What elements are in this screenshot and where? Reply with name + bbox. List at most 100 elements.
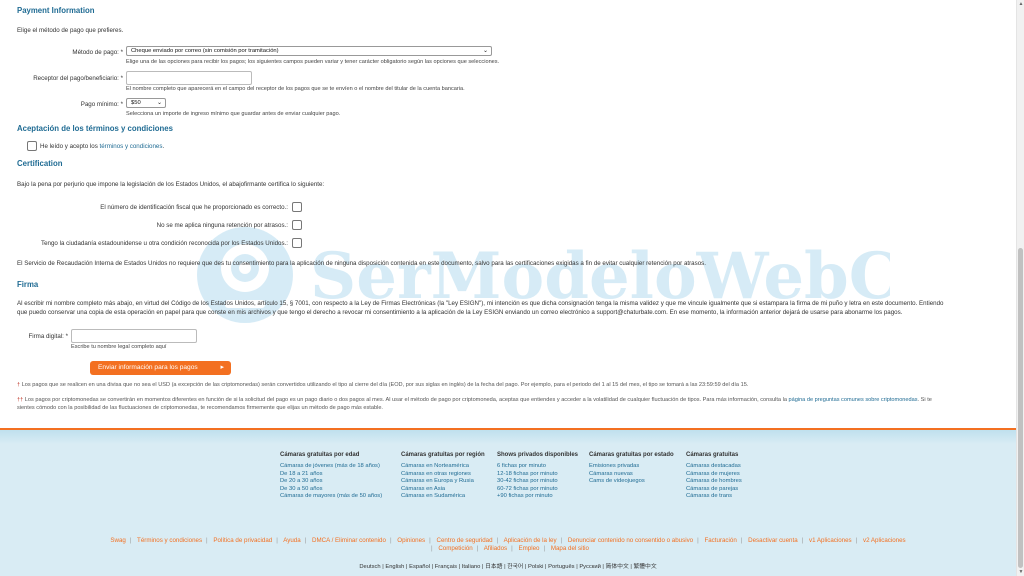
digital-signature-label: Firma digital: * (28, 333, 68, 340)
certification-checkbox-withholding[interactable] (292, 220, 302, 230)
footer-column-private-shows: Shows privados disponibles 6 fichas por … (497, 452, 578, 501)
footer-link[interactable]: 12-18 fichas por minuto (497, 471, 578, 479)
language-selector[interactable]: Deutsch | English | Español | Français |… (0, 561, 1016, 570)
footer-link-privacy[interactable]: Política de privacidad (213, 537, 272, 544)
vertical-scrollbar[interactable]: ▲ ▼ (1016, 0, 1024, 576)
certification-item-label: Tengo la ciudadanía estadounidense u otr… (41, 240, 288, 247)
footer-link[interactable]: Cámaras de mayores (más de 50 años) (280, 493, 382, 501)
footer-column-title: Cámaras gratuitas (686, 452, 739, 458)
payout-settings-page: SerModeloWebCam Payment Information Elig… (0, 0, 1016, 576)
certification-item-label: No se me aplica ninguna retención por at… (156, 222, 288, 229)
esign-text-line2: que puedo conservar una copia de esta op… (17, 309, 903, 316)
terms-link[interactable]: términos y condiciones (100, 143, 163, 150)
footer-column-title: Cámaras gratuitas por región (401, 452, 485, 458)
footer-link-affiliates[interactable]: Afiliados (484, 545, 507, 552)
footer-column-title: Shows privados disponibles (497, 452, 579, 458)
footer-link[interactable]: De 30 a 50 años (280, 486, 382, 494)
footer-link[interactable]: Cámaras de parejas (686, 486, 742, 494)
footer-link-sitemap[interactable]: Mapa del sitio (551, 545, 589, 552)
crypto-note-line2: sientes cómodo con la posibilidad de las… (17, 405, 383, 411)
scrollbar-thumb[interactable] (1018, 248, 1023, 568)
certification-item-label: El número de identificación fiscal que h… (100, 204, 288, 211)
footer-bottom-links-row2: | Competición | Afiliados | Empleo | Mapa d… (431, 545, 589, 552)
footer-link-help[interactable]: Ayuda (283, 537, 300, 544)
footer-link[interactable]: Cámaras en otras regiones (401, 471, 485, 479)
payment-method-label: Método de pago: * (72, 49, 123, 56)
footer-link[interactable]: 6 fichas por minuto (497, 463, 578, 471)
footer-link[interactable]: +90 fichas por minuto (497, 493, 578, 501)
scroll-down-arrow-icon[interactable]: ▼ (1018, 569, 1024, 575)
footer-link-terms[interactable]: Términos y condiciones (137, 537, 202, 544)
certification-section-title: Certification (17, 159, 63, 168)
footer-column-free: Cámaras gratuitas Cámaras destacadas Cám… (686, 452, 742, 501)
footer-link[interactable]: Cámaras en Europa y Rusia (401, 478, 485, 486)
dagger-mark: † (17, 382, 21, 388)
crypto-note-line1: †† Los pagos por criptomonedas se conver… (17, 397, 932, 403)
terms-checkbox[interactable] (27, 141, 37, 151)
digital-signature-input[interactable] (71, 329, 197, 343)
payee-label: Receptor del pago/beneficiario: * (33, 75, 123, 82)
footer-link-v2-apps[interactable]: v2 Aplicaciones (863, 537, 906, 544)
certification-checkbox-tin[interactable] (292, 202, 302, 212)
footer-link[interactable]: Cámaras en Asia (401, 486, 485, 494)
footer-link-swag[interactable]: Swag (110, 537, 125, 544)
payee-input[interactable] (126, 71, 252, 85)
footer-bottom-links-row1: Swag | Términos y condiciones | Política d… (110, 537, 906, 544)
footer-link-dmca[interactable]: DMCA / Eliminar contenido (312, 537, 386, 544)
signature-section-title: Firma (17, 280, 39, 289)
footer-link-deactivate[interactable]: Desactivar cuenta (748, 537, 798, 544)
payment-method-value: Cheque enviado por correo (sin comisión … (131, 48, 279, 54)
scroll-up-arrow-icon[interactable]: ▲ (1018, 1, 1024, 7)
footer-link-contest[interactable]: Competición (438, 545, 472, 552)
footer-link[interactable]: Emisiones privadas (589, 463, 674, 471)
footer-band (0, 430, 1016, 444)
submit-payout-label: Enviar información para los pagos (98, 364, 198, 371)
footer-link[interactable]: 30-42 fichas por minuto (497, 478, 578, 486)
footer-link[interactable]: Cámaras de trans (686, 493, 742, 501)
footer-link[interactable]: Cámaras en Sudamérica (401, 493, 485, 501)
payee-hint: El nombre completo que aparecerá en el c… (126, 86, 465, 92)
payment-method-hint: Elige una de las opciones para recibir l… (126, 59, 500, 65)
footer-link[interactable]: Cámaras de mujeres (686, 471, 742, 479)
certification-intro: Bajo la pena por perjurio que impone la … (17, 181, 325, 188)
footer-link[interactable]: Cámaras de jóvenes (más de 18 años) (280, 463, 382, 471)
terms-section-title: Aceptación de los términos y condiciones (17, 124, 173, 133)
payment-intro: Elige el método de pago que prefieres. (17, 27, 124, 34)
footer-column-region: Cámaras gratuitas por región Cámaras en … (401, 452, 485, 501)
footer-column-age: Cámaras gratuitas por edad Cámaras de jó… (280, 452, 382, 501)
currency-note: † Los pagos que se realicen en una divis… (17, 382, 748, 388)
minimum-payout-hint: Selecciona un importe de ingreso mínimo … (126, 111, 341, 117)
submit-payout-button[interactable]: Enviar información para los pagos ▸ (90, 361, 231, 375)
certification-checkbox-citizenship[interactable] (292, 238, 302, 248)
crypto-note-text: Los pagos por criptomonedas se convertir… (24, 397, 789, 403)
footer-link[interactable]: Cámaras de hombres (686, 478, 742, 486)
footer-link-billing[interactable]: Facturación (704, 537, 736, 544)
chevron-right-icon: ▸ (220, 364, 224, 371)
footer-link[interactable]: De 18 a 21 años (280, 471, 382, 479)
crypto-faq-link[interactable]: página de preguntas comunes sobre cripto… (789, 397, 918, 403)
footer-link[interactable]: Cams de videojuegos (589, 478, 674, 486)
footer-link[interactable]: De 20 a 30 años (280, 478, 382, 486)
minimum-payout-select[interactable]: $50 ⌄ (126, 98, 166, 108)
footer-link-jobs[interactable]: Empleo (518, 545, 539, 552)
payment-section-title: Payment Information (17, 6, 95, 15)
footer-link-v1-apps[interactable]: v1 Aplicaciones (809, 537, 852, 544)
footer-link[interactable]: Cámaras en Norteamérica (401, 463, 485, 471)
footer-column-status: Cámaras gratuitas por estado Emisiones p… (589, 452, 674, 486)
currency-note-text: Los pagos que se realicen en una divisa … (21, 382, 749, 388)
footer-link-feedback[interactable]: Opiniones (397, 537, 425, 544)
footer-link-law[interactable]: Aplicación de la ley (504, 537, 557, 544)
footer-link[interactable]: 60-72 fichas por minuto (497, 486, 578, 494)
crypto-note-after: . Si te (917, 397, 932, 403)
footer-link-report[interactable]: Denunciar contenido no consentido o abus… (568, 537, 693, 544)
digital-signature-hint: Escribe tu nombre legal completo aquí (71, 344, 167, 350)
footer-link[interactable]: Cámaras nuevas (589, 471, 674, 479)
payment-method-select[interactable]: Cheque enviado por correo (sin comisión … (126, 46, 492, 56)
footer-column-title: Cámaras gratuitas por edad (280, 452, 360, 458)
double-dagger-mark: †† (17, 397, 24, 403)
footer-link[interactable]: Cámaras destacadas (686, 463, 742, 471)
footer-link-security[interactable]: Centro de seguridad (437, 537, 493, 544)
terms-checkbox-label: He leído y acepto los términos y condici… (40, 143, 164, 150)
irs-note: El Servicio de Recaudación Interna de Es… (17, 260, 706, 267)
chevron-down-icon: ⌄ (156, 100, 162, 106)
